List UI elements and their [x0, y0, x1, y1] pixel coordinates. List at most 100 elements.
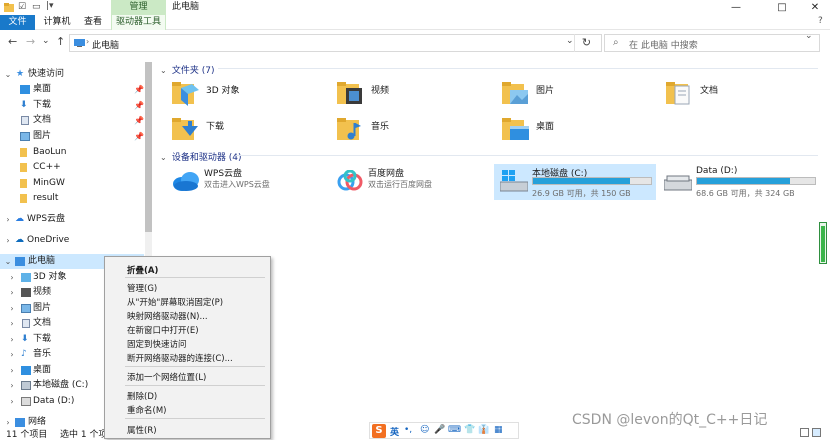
breadcrumb-separator-icon[interactable]: › — [86, 37, 89, 46]
ime-toolbox-icon[interactable]: 👔 — [478, 425, 489, 435]
up-button[interactable]: ↑ — [56, 35, 65, 48]
sidebar-item-label: Data (D:) — [33, 396, 75, 406]
sidebar-item-mingw[interactable]: MinGW — [0, 176, 144, 191]
devices-group-header[interactable]: ⌄ 设备和驱动器 (4) — [160, 150, 242, 163]
chevron-right-icon[interactable]: › — [8, 378, 16, 393]
volume-level-fill — [821, 226, 825, 262]
ime-skin-icon[interactable]: 👕 — [464, 425, 475, 435]
ime-toolbar[interactable]: S 英 •, ☺ 🎤 ⌨ 👕 👔 ▦ — [369, 422, 519, 439]
breadcrumb-this-pc[interactable]: 此电脑 — [92, 38, 119, 51]
recent-locations-dropdown[interactable]: ⌄ — [42, 36, 50, 46]
menu-item-disconnect-network-drive[interactable]: 断开网络驱动器的连接(C)... — [127, 352, 233, 364]
folders-group-header[interactable]: ⌄ 文件夹 (7) — [160, 63, 215, 76]
sidebar-item-3d-objects[interactable]: › 3D 对象 — [0, 270, 104, 285]
chevron-down-icon[interactable]: ⌄ — [4, 254, 12, 269]
chevron-right-icon[interactable]: › — [8, 363, 16, 378]
tab-computer[interactable]: 计算机 — [40, 15, 74, 30]
close-button[interactable]: ✕ — [792, 0, 830, 15]
manage-context-tab[interactable]: 管理 — [111, 0, 166, 15]
device-baidu-netdisk[interactable]: 百度网盘 双击运行百度网盘 — [330, 164, 492, 200]
nav-quick-access[interactable]: ⌄ ★ 快速访问 — [0, 67, 144, 82]
chevron-down-icon[interactable]: ⌄ — [4, 67, 12, 82]
folder-label: 下载 — [206, 122, 225, 132]
device-wps-cloud[interactable]: WPS云盘 双击进入WPS云盘 — [166, 164, 328, 200]
sidebar-item-baolun[interactable]: BaoLun — [0, 145, 144, 160]
sidebar-item-desktop[interactable]: 桌面 📌 — [0, 82, 144, 97]
help-icon[interactable]: ? — [818, 16, 823, 26]
ime-keyboard-icon[interactable]: ⌨ — [448, 425, 461, 435]
chevron-right-icon[interactable]: › — [8, 347, 16, 362]
folder-3d-objects[interactable]: 3D 对象 — [172, 78, 322, 112]
sidebar-item-pictures[interactable]: 图片 📌 — [0, 129, 144, 144]
chevron-right-icon[interactable]: › — [4, 212, 12, 227]
chevron-right-icon[interactable]: › — [8, 316, 16, 331]
folder-desktop[interactable]: 桌面 — [502, 114, 652, 148]
address-bar[interactable]: 此电脑 › — [69, 34, 602, 52]
sidebar-item-downloads-pc[interactable]: › ⬇ 下载 — [0, 332, 104, 347]
menu-item-unpin-start[interactable]: 从"开始"屏幕取消固定(P) — [127, 296, 223, 308]
quick-access-toolbar-dropdown[interactable]: |▾ — [46, 1, 54, 11]
ime-language-toggle[interactable]: 英 — [390, 425, 399, 438]
sidebar-item-pictures-pc[interactable]: › 图片 — [0, 301, 104, 316]
sidebar-item-music[interactable]: › ♪ 音乐 — [0, 347, 104, 362]
menu-item-open-new-window[interactable]: 在新窗口中打开(E) — [127, 324, 199, 336]
folder-music[interactable]: 音乐 — [337, 114, 487, 148]
forward-button[interactable]: → — [26, 35, 35, 48]
sidebar-item-documents-pc[interactable]: › 文档 — [0, 316, 104, 331]
pin-icon[interactable]: 📌 — [134, 129, 144, 144]
folder-pictures[interactable]: 图片 — [502, 78, 652, 112]
sidebar-item-desktop-pc[interactable]: › 桌面 — [0, 363, 104, 378]
search-box[interactable]: ⌕ 在 此电脑 中搜索 — [604, 34, 820, 52]
pin-icon[interactable]: 📌 — [134, 82, 144, 97]
refresh-button[interactable]: ↻ — [574, 34, 598, 52]
volume-indicator[interactable] — [819, 222, 827, 264]
chevron-right-icon[interactable]: › — [8, 270, 16, 285]
pin-icon[interactable]: 📌 — [134, 113, 144, 128]
chevron-right-icon[interactable]: › — [4, 233, 12, 248]
folder-downloads[interactable]: 下载 — [172, 114, 322, 148]
sidebar-item-drive-d[interactable]: › Data (D:) — [0, 394, 104, 409]
address-dropdown[interactable]: ⌄ — [566, 36, 574, 46]
pin-icon[interactable]: 📌 — [134, 98, 144, 113]
minimize-button[interactable]: — — [713, 0, 759, 15]
menu-item-collapse[interactable]: 折叠(A) — [127, 264, 158, 276]
tab-view[interactable]: 查看 — [78, 15, 108, 30]
sidebar-item-result[interactable]: result — [0, 191, 144, 206]
sidebar-item-videos[interactable]: › 视频 — [0, 285, 104, 300]
menu-item-manage[interactable]: 管理(G) — [127, 282, 157, 294]
menu-item-rename[interactable]: 重命名(M) — [127, 404, 166, 416]
menu-item-delete[interactable]: 删除(D) — [127, 390, 157, 402]
ime-voice-icon[interactable]: 🎤 — [434, 425, 445, 435]
sidebar-item-ccpp[interactable]: CC++ — [0, 160, 144, 175]
nav-wps-cloud[interactable]: › ☁ WPS云盘 — [0, 212, 144, 227]
back-button[interactable]: ← — [8, 35, 17, 48]
folder-videos[interactable]: 视频 — [337, 78, 487, 112]
ime-emoji-icon[interactable]: ☺ — [420, 425, 429, 435]
tab-drive-tools[interactable]: 驱动器工具 — [111, 15, 166, 30]
sidebar-item-downloads[interactable]: ⬇ 下载 📌 — [0, 98, 144, 113]
device-drive-d[interactable]: Data (D:) 68.6 GB 可用，共 324 GB — [658, 164, 820, 200]
chevron-right-icon[interactable]: › — [8, 332, 16, 347]
tab-file[interactable]: 文件 — [0, 15, 35, 30]
details-view-icon[interactable] — [800, 428, 809, 437]
menu-item-map-network-drive[interactable]: 映射网络驱动器(N)... — [127, 310, 208, 322]
sidebar-item-documents[interactable]: 文档 📌 — [0, 113, 144, 128]
chevron-right-icon[interactable]: › — [8, 285, 16, 300]
ime-menu-icon[interactable]: ▦ — [494, 425, 503, 435]
menu-item-add-network-location[interactable]: 添加一个网络位置(L) — [127, 371, 206, 383]
ime-punctuation-icon[interactable]: •, — [404, 425, 412, 435]
chevron-right-icon[interactable]: › — [8, 394, 16, 409]
large-icons-view-icon[interactable] — [812, 428, 821, 437]
chevron-down-icon[interactable]: ⌄ — [160, 153, 169, 162]
chevron-right-icon[interactable]: › — [8, 301, 16, 316]
menu-item-properties[interactable]: 属性(R) — [127, 424, 157, 436]
device-drive-c[interactable]: 本地磁盘 (C:) 26.9 GB 可用，共 150 GB — [494, 164, 656, 200]
folder-documents[interactable]: 文档 — [666, 78, 816, 112]
nav-onedrive[interactable]: › ☁ OneDrive — [0, 233, 144, 248]
menu-item-pin-quick-access[interactable]: 固定到快速访问 — [127, 338, 187, 350]
nav-scrollbar-thumb[interactable] — [145, 62, 152, 232]
sidebar-item-drive-c[interactable]: › 本地磁盘 (C:) — [0, 378, 104, 393]
properties-quick-icon[interactable]: ☑ — [18, 2, 26, 12]
chevron-down-icon[interactable]: ⌄ — [160, 66, 169, 75]
new-folder-quick-icon[interactable]: ▭ — [32, 2, 41, 12]
